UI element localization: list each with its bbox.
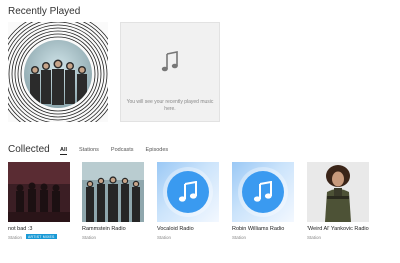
music-note-icon [178,181,197,202]
recently-played-rammstein-tile[interactable] [8,22,108,122]
station-artwork [8,162,70,222]
music-note-icon [253,181,272,202]
tab-podcasts[interactable]: Podcasts [111,147,134,155]
collected-title: Collected [8,144,50,155]
station-card-not-bad[interactable]: not bad :3 Station ARTIST MIXES [8,162,70,240]
station-subtitle: Station [307,235,322,240]
station-subtitle: Station [8,235,23,240]
artist-mixes-badge: ARTIST MIXES [26,234,57,239]
station-artwork [232,162,294,222]
tab-episodes[interactable]: Episodes [146,147,169,155]
music-note-icon [161,51,178,72]
station-card-rammstein[interactable]: Rammstein Radio Station [82,162,144,240]
station-artwork [82,162,144,222]
station-artwork [307,162,369,222]
station-artwork [157,162,219,222]
station-title: Rammstein Radio [82,226,126,232]
station-title: Robin Williams Radio [232,226,285,232]
station-title: Vocaloid Radio [157,226,194,232]
collected-filter-tabs: All Stations Podcasts Episodes [60,147,180,155]
placeholder-message: You will see your recently played music … [126,99,214,112]
station-card-vocaloid[interactable]: Vocaloid Radio Station [157,162,219,240]
station-title: 'Weird Al' Yankovic Radio [307,226,369,232]
station-card-robin-williams[interactable]: Robin Williams Radio Station [232,162,294,240]
station-subtitle: Station [157,235,172,240]
tab-stations[interactable]: Stations [79,147,99,155]
recently-played-title: Recently Played [8,6,81,17]
station-subtitle: Station [232,235,247,240]
recently-played-placeholder: You will see your recently played music … [120,22,220,122]
station-card-weird-al[interactable]: 'Weird Al' Yankovic Radio Station [307,162,369,240]
tab-all[interactable]: All [60,147,68,155]
station-title: not bad :3 [8,226,33,232]
station-subtitle: Station [82,235,97,240]
band-photo-artwork [8,22,108,122]
